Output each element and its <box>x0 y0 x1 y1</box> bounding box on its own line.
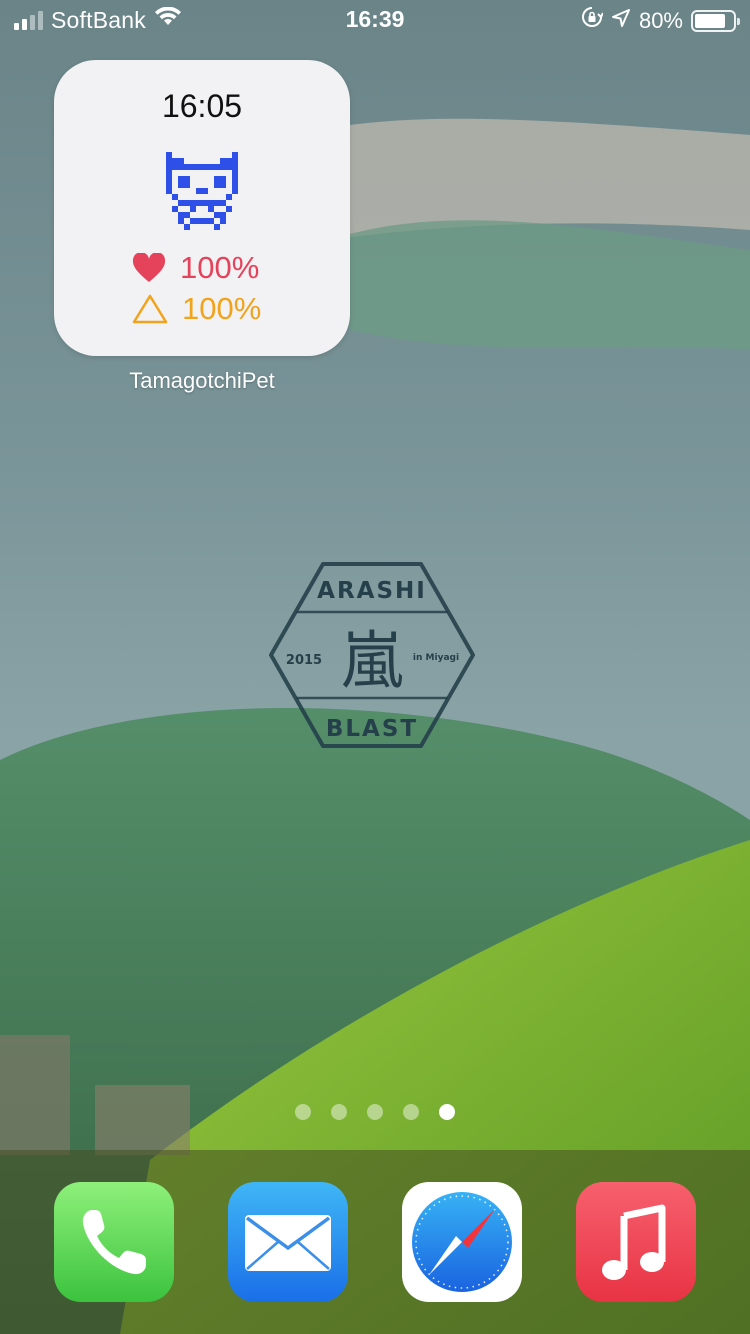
stamp-location: in Miyagi <box>413 653 459 663</box>
widget-label: TamagotchiPet <box>129 368 275 393</box>
tamagotchi-widget[interactable]: 16:05 100% 100% <box>54 60 350 356</box>
arashi-blast-stamp: ARASHI BLAST 2015 in Miyagi 嵐 <box>268 560 476 755</box>
page-indicator[interactable] <box>0 1104 750 1120</box>
page-dot[interactable] <box>367 1104 383 1120</box>
compass-icon <box>412 1192 512 1292</box>
page-dot[interactable] <box>295 1104 311 1120</box>
music-app-icon[interactable] <box>576 1182 696 1302</box>
battery-percent: 80% <box>638 7 683 33</box>
hunger-value: 100% <box>180 250 260 285</box>
page-dot[interactable] <box>331 1104 347 1120</box>
happiness-stat: 100% <box>132 291 261 327</box>
widget-time: 16:05 <box>161 88 243 124</box>
stamp-bottom-text: BLAST <box>326 716 418 742</box>
happiness-value: 100% <box>182 291 262 326</box>
battery-icon <box>691 9 740 32</box>
status-bar: SoftBank 16:39 80% <box>0 0 750 40</box>
mail-icon <box>245 1215 331 1271</box>
heart-icon <box>132 253 166 283</box>
mail-app-icon[interactable] <box>228 1182 348 1302</box>
dock <box>0 1150 750 1334</box>
page-dot-current[interactable] <box>439 1104 455 1120</box>
battery-fill <box>695 13 725 28</box>
pixel-pet-icon <box>166 152 238 237</box>
phone-icon <box>82 1210 146 1275</box>
safari-app-icon[interactable] <box>402 1182 522 1302</box>
location-icon <box>611 7 631 35</box>
stamp-kanji: 嵐 <box>341 624 403 697</box>
stamp-year: 2015 <box>286 653 322 668</box>
stamp-top-text: ARASHI <box>317 578 427 604</box>
hunger-stat: 100% <box>132 250 259 286</box>
music-note-icon <box>602 1204 666 1280</box>
triangle-icon <box>132 293 168 325</box>
page-dot[interactable] <box>403 1104 419 1120</box>
phone-app-icon[interactable] <box>54 1182 174 1302</box>
orientation-lock-icon <box>581 6 604 35</box>
